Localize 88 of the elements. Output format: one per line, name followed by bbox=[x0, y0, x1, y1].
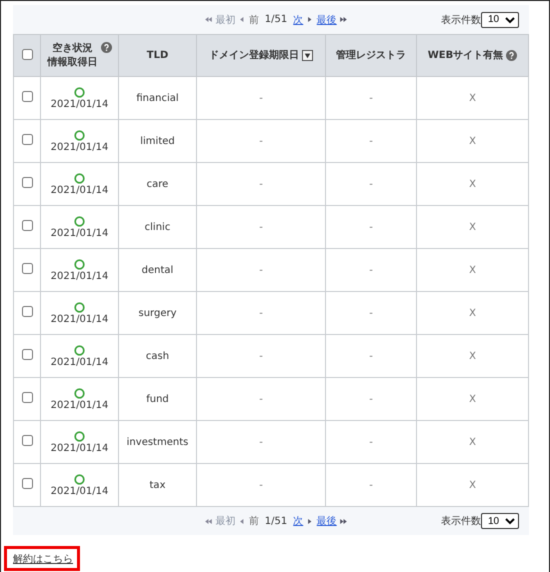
right-arrow-icon bbox=[308, 17, 312, 22]
row-checkbox[interactable] bbox=[22, 91, 32, 102]
table-cell: - bbox=[326, 162, 416, 206]
table-cell: X bbox=[416, 162, 528, 206]
last-page-link[interactable]: 最後 bbox=[316, 514, 337, 528]
date-text: 2021/01/14 bbox=[50, 442, 108, 454]
table-cell: - bbox=[326, 420, 416, 464]
table-cell: investments bbox=[118, 420, 196, 464]
table-cell: - bbox=[326, 292, 416, 334]
date-text: 2021/01/14 bbox=[50, 270, 108, 282]
table-cell: X bbox=[416, 464, 528, 506]
table-cell: X bbox=[416, 206, 528, 248]
date-text: 2021/01/14 bbox=[50, 486, 108, 496]
table-cell: X bbox=[416, 120, 528, 162]
table-cell: - bbox=[196, 248, 326, 292]
column-heading: 管理レジストラ bbox=[336, 48, 406, 62]
column-heading: ドメイン登録期限日 bbox=[209, 48, 299, 62]
double-right-arrow-icon bbox=[340, 17, 347, 22]
table-cell: dental bbox=[118, 248, 196, 292]
double-left-arrow-icon bbox=[205, 17, 212, 22]
per-page-select[interactable]: 10 bbox=[481, 513, 519, 529]
table-cell: - bbox=[326, 378, 416, 420]
column-heading: 空き状況 bbox=[52, 42, 92, 56]
table-cell: - bbox=[326, 248, 416, 292]
row-checkbox[interactable] bbox=[22, 134, 32, 145]
help-icon[interactable] bbox=[100, 42, 112, 53]
left-arrow-icon bbox=[240, 518, 244, 524]
next-page-link[interactable]: 次 bbox=[293, 12, 304, 26]
table-cell: - bbox=[196, 292, 326, 334]
table-cell: cash bbox=[118, 334, 196, 378]
page-indicator: 1/51 bbox=[264, 516, 288, 526]
table-cell: - bbox=[196, 162, 326, 206]
table-cell: - bbox=[326, 120, 416, 162]
table-cell: - bbox=[326, 206, 416, 248]
table-cell: - bbox=[196, 206, 326, 248]
table-cell: - bbox=[196, 378, 326, 420]
date-text: 2021/01/14 bbox=[50, 184, 108, 196]
date-text: 2021/01/14 bbox=[50, 142, 108, 152]
row-checkbox[interactable] bbox=[22, 177, 32, 188]
table-cell: fund bbox=[118, 378, 196, 420]
next-page-link[interactable]: 次 bbox=[293, 514, 304, 528]
row-checkbox[interactable] bbox=[22, 220, 32, 231]
left-arrow-icon bbox=[240, 17, 244, 22]
sort-dropdown-icon[interactable] bbox=[302, 50, 313, 61]
table-cell: X bbox=[416, 292, 528, 334]
date-text: 2021/01/14 bbox=[50, 356, 108, 368]
page-indicator: 1/51 bbox=[264, 14, 288, 25]
row-checkbox[interactable] bbox=[22, 349, 32, 360]
table-cell: X bbox=[416, 248, 528, 292]
per-page-select[interactable]: 10 bbox=[481, 12, 519, 28]
table-cell: care bbox=[118, 162, 196, 206]
per-page-label: 表示件数 bbox=[441, 14, 481, 26]
table-cell: X bbox=[416, 420, 528, 464]
table-cell: - bbox=[326, 76, 416, 120]
double-right-arrow-icon bbox=[340, 518, 347, 524]
column-heading: WEBサイト有無 bbox=[428, 48, 504, 62]
table-cell: X bbox=[416, 378, 528, 420]
date-text: 2021/01/14 bbox=[50, 400, 108, 410]
table-cell: - bbox=[196, 464, 326, 506]
per-page-label: 表示件数 bbox=[441, 514, 481, 528]
right-arrow-icon bbox=[308, 518, 312, 524]
column-heading: 情報取得日 bbox=[48, 56, 98, 69]
table-cell: surgery bbox=[118, 292, 196, 334]
help-icon[interactable] bbox=[506, 50, 518, 61]
table-cell: - bbox=[196, 120, 326, 162]
row-checkbox[interactable] bbox=[22, 263, 32, 274]
table-cell: - bbox=[196, 420, 326, 464]
date-text: 2021/01/14 bbox=[50, 314, 108, 324]
table-cell: financial bbox=[118, 76, 196, 120]
date-text: 2021/01/14 bbox=[50, 228, 108, 238]
select-all-checkbox[interactable] bbox=[22, 48, 32, 60]
table-cell: - bbox=[196, 76, 326, 120]
table-cell: tax bbox=[118, 464, 196, 506]
table-cell: - bbox=[326, 334, 416, 378]
row-checkbox[interactable] bbox=[22, 392, 32, 403]
date-text: 2021/01/14 bbox=[50, 98, 108, 110]
row-checkbox[interactable] bbox=[22, 435, 32, 446]
table-cell: limited bbox=[118, 120, 196, 162]
table-cell: - bbox=[196, 334, 326, 378]
double-left-arrow-icon bbox=[205, 518, 212, 524]
row-checkbox[interactable] bbox=[22, 478, 32, 489]
table-cell: X bbox=[416, 76, 528, 120]
last-page-link[interactable]: 最後 bbox=[316, 12, 337, 26]
row-checkbox[interactable] bbox=[22, 306, 32, 317]
column-heading: TLD bbox=[146, 48, 168, 62]
table-cell: clinic bbox=[118, 206, 196, 248]
table-cell: X bbox=[416, 334, 528, 378]
table-cell: - bbox=[326, 464, 416, 506]
